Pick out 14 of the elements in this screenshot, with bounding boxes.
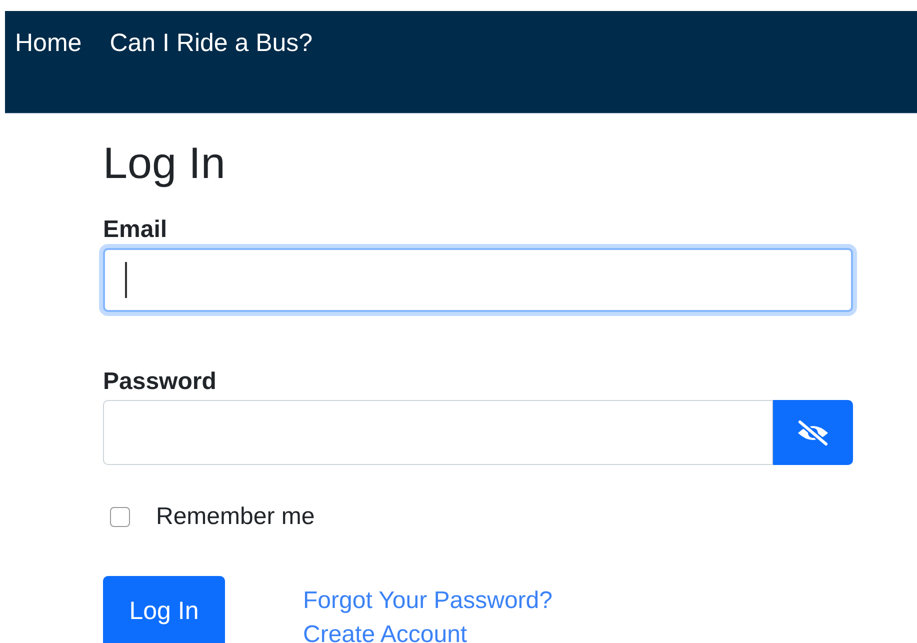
input-field[interactable] — [103, 400, 773, 465]
show-password-button[interactable] — [773, 400, 853, 465]
text-link[interactable]: Forgot Your Password? — [303, 584, 552, 618]
nav-link[interactable]: Can I Ride a Bus? — [110, 28, 313, 58]
field-label: Email — [103, 216, 168, 244]
text-cursor — [125, 262, 127, 298]
nav-link[interactable]: Home — [15, 28, 82, 58]
field-label: Password — [103, 368, 218, 396]
checkbox[interactable] — [110, 507, 130, 527]
login-button[interactable]: Log In — [103, 576, 225, 643]
page-title: Log In — [103, 138, 226, 190]
eye-slash-icon — [795, 418, 831, 446]
text-link[interactable]: Create Account — [303, 618, 552, 643]
checkbox-label: Remember me — [156, 503, 315, 531]
